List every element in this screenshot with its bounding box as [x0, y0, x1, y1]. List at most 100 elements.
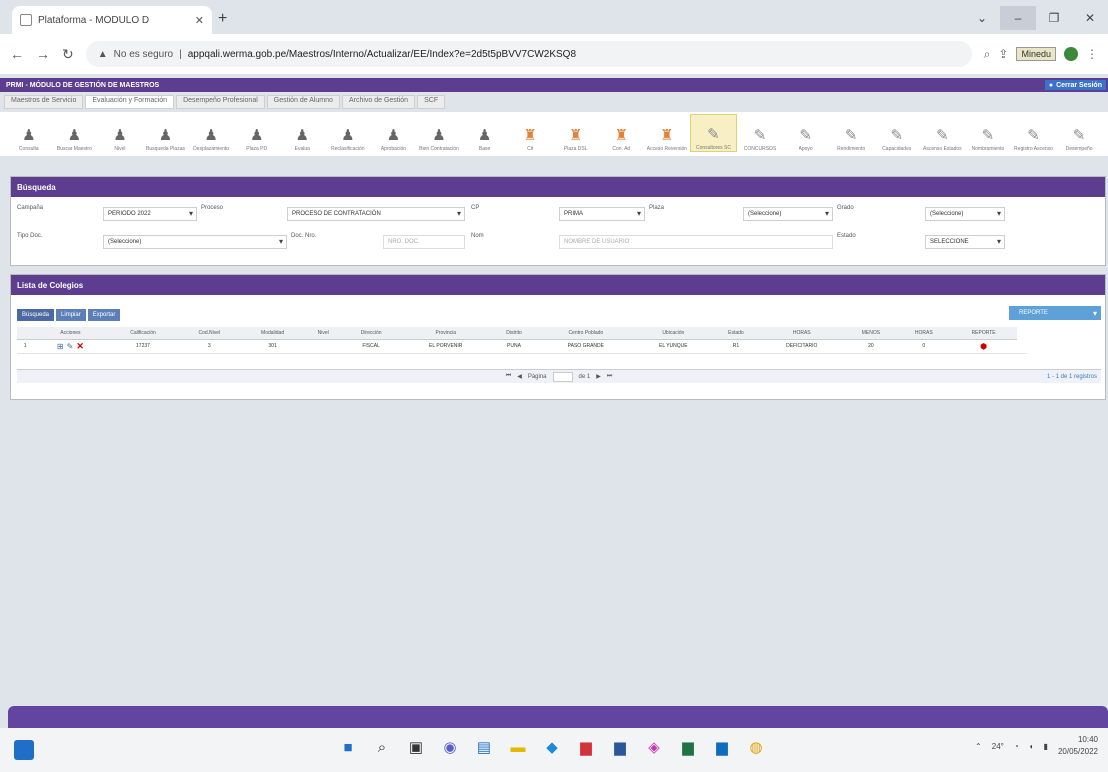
plaza-select[interactable]: (Seleccione) ▾ [743, 207, 833, 221]
folder-icon[interactable]: ▬ [508, 736, 528, 758]
tab-4[interactable]: Archivo de Gestión [341, 95, 416, 109]
pdf-icon[interactable]: ⬢ [980, 342, 987, 351]
search-button[interactable]: Búsqueda [17, 309, 55, 321]
prev-page-button[interactable]: ◀ [517, 373, 522, 380]
toolbar-item-13[interactable]: ♜ Con. Ad [599, 114, 645, 152]
forward-button[interactable]: → [36, 46, 50, 62]
toolbar-item-0[interactable]: ♟ Consulta [6, 114, 52, 152]
close-icon[interactable]: ✕ [195, 14, 204, 27]
chat-icon[interactable]: ◉ [440, 736, 460, 758]
column-header[interactable]: MENOS [844, 327, 898, 340]
media-icon[interactable]: ◈ [644, 736, 664, 758]
column-header[interactable]: HORAS [897, 327, 950, 340]
table-row[interactable]: 1 ⊞ ✎ ✕ 17237 3 301 FISCAL EL PORVENIR PUNA PASO G… [17, 339, 1027, 354]
toolbar-item-1[interactable]: ♟ Buscar Maestro [52, 114, 98, 152]
logout-button[interactable]: ● Cerrar Sesión [1044, 80, 1106, 90]
column-header[interactable]: REPORTE [949, 327, 1018, 340]
last-page-button[interactable]: ⏭ [607, 373, 612, 380]
column-header[interactable]: HORAS [759, 327, 845, 340]
tab-5[interactable]: SCF [417, 95, 446, 109]
store-icon[interactable]: ◆ [542, 736, 562, 758]
next-page-button[interactable]: ▶ [596, 373, 601, 380]
weather[interactable]: 24° [992, 742, 1004, 751]
toolbar-item-7[interactable]: ♟ Reclasificación [325, 114, 371, 152]
column-header[interactable]: Cod.Nivel [178, 327, 241, 340]
tab-0[interactable]: Maestros de Servicio [4, 95, 84, 109]
avatar[interactable] [1064, 47, 1078, 61]
task-view-icon[interactable]: ▣ [406, 736, 426, 758]
toolbar-item-14[interactable]: ♜ Acceso Reversión [644, 114, 690, 152]
toolbar-item-4[interactable]: ♟ Desplazamiento [188, 114, 234, 152]
delete-icon[interactable]: ✕ [76, 341, 84, 352]
browser-tab[interactable]: Plataforma - MÓDULO D ✕ [12, 6, 212, 34]
toolbar-item-20[interactable]: ✎ Ascenso Estados [920, 114, 966, 152]
toolbar-item-21[interactable]: ✎ Nombramiento [965, 114, 1011, 152]
toolbar-item-17[interactable]: ✎ Apoyo [783, 114, 829, 152]
toolbar-item-22[interactable]: ✎ Registro Ascenso [1011, 114, 1057, 152]
edit-icon[interactable]: ✎ [67, 342, 74, 351]
grade-select[interactable]: (Seleccione) ▾ [925, 207, 1005, 221]
export-button[interactable]: Exportar [87, 309, 121, 321]
search-icon[interactable]: ⌕ [372, 736, 392, 758]
cp-select[interactable]: PRIMA ▾ [559, 207, 645, 221]
first-page-button[interactable]: ⏮ [506, 373, 511, 380]
menu-icon[interactable]: ⋮ [1086, 47, 1098, 61]
status-select[interactable]: SELECCIONE ▾ [925, 235, 1005, 249]
process-select[interactable]: PROCESO DE CONTRATACIÓN ▾ [287, 207, 465, 221]
column-header[interactable]: Acciones [33, 327, 108, 340]
tab-1[interactable]: Evaluación y Formación [85, 95, 175, 109]
column-header[interactable]: Estado [712, 327, 760, 340]
column-header[interactable]: Nivel [305, 327, 342, 340]
column-header[interactable]: Dirección [341, 327, 401, 340]
office-icon[interactable]: ▆ [576, 736, 596, 758]
url-field[interactable]: ▲ No es seguro | appqali.werma.gob.pe/Ma… [85, 41, 972, 67]
page-input[interactable] [552, 371, 573, 382]
tab-2[interactable]: Desempeño Profesional [176, 95, 265, 109]
toolbar-item-9[interactable]: ♟ Bien Contratación [416, 114, 462, 152]
wifi-icon[interactable]: ◔ [1014, 742, 1019, 751]
toolbar-item-8[interactable]: ♟ Aprobación [371, 114, 417, 152]
toolbar-item-18[interactable]: ✎ Rendimiento [828, 114, 874, 152]
campaign-select[interactable]: PERIODO 2022 ▾ [103, 207, 197, 221]
report-dropdown[interactable]: REPORTE ▾ [1009, 306, 1101, 320]
tab-3[interactable]: Gestión de Alumno [266, 95, 340, 109]
toolbar-item-10[interactable]: ♟ Base [462, 114, 508, 152]
explorer-icon[interactable]: ▤ [474, 736, 494, 758]
clear-button[interactable]: Limpiar [56, 309, 86, 321]
close-window-button[interactable]: ✕ [1072, 6, 1108, 30]
chevron-down-icon[interactable]: ⌄ [964, 6, 1000, 30]
toolbar-item-3[interactable]: ♟ Busqueda Plazas [143, 114, 189, 152]
minimize-button[interactable]: – [1000, 6, 1036, 30]
profile-badge[interactable]: Minedu [1016, 47, 1056, 61]
column-header[interactable]: Calificación [107, 327, 179, 340]
new-tab-button[interactable]: + [218, 10, 227, 28]
windows-start-icon[interactable]: ■ [338, 736, 358, 758]
clock[interactable]: 10:40 20/05/2022 [1058, 734, 1098, 758]
toolbar-item-15[interactable]: ✎ Consultores SC [689, 114, 738, 152]
toolbar-item-12[interactable]: ♜ Plaza DSL [553, 114, 599, 152]
back-button[interactable]: ← [10, 46, 24, 62]
word-icon[interactable]: ▆ [610, 736, 630, 758]
column-header[interactable]: Distrito [490, 327, 538, 340]
doc-type-select[interactable]: (Seleccione) ▾ [103, 235, 287, 249]
restore-button[interactable]: ❐ [1036, 6, 1072, 30]
excel-icon[interactable]: ▆ [678, 736, 698, 758]
share-icon[interactable]: ⇪ [998, 47, 1008, 61]
column-header[interactable]: Ubicación [634, 327, 713, 340]
chevron-up-icon[interactable]: ⌃ [975, 742, 982, 751]
reload-button[interactable]: ↻ [62, 46, 74, 63]
toolbar-item-6[interactable]: ♟ Evalua [279, 114, 325, 152]
zoom-icon[interactable]: ⌕ [984, 47, 991, 62]
column-header[interactable]: Provincia [400, 327, 491, 340]
outlook-icon[interactable]: ▆ [712, 736, 732, 758]
toolbar-item-16[interactable]: ✎ CONCURSOS [737, 114, 783, 152]
column-header[interactable]: Modalidad [240, 327, 306, 340]
volume-icon[interactable]: ◖ [1029, 742, 1034, 751]
toolbar-item-23[interactable]: ✎ Desempeño [1056, 114, 1102, 152]
toolbar-item-19[interactable]: ✎ Capacidades [874, 114, 920, 152]
doc-number-input[interactable]: NRO. DOC. [383, 235, 465, 249]
battery-icon[interactable]: ▮ [1044, 742, 1048, 751]
chrome-icon[interactable]: ◍ [746, 736, 766, 758]
toolbar-item-11[interactable]: ♜ Cit [507, 114, 553, 152]
toolbar-item-5[interactable]: ♟ Plaza PD [234, 114, 280, 152]
